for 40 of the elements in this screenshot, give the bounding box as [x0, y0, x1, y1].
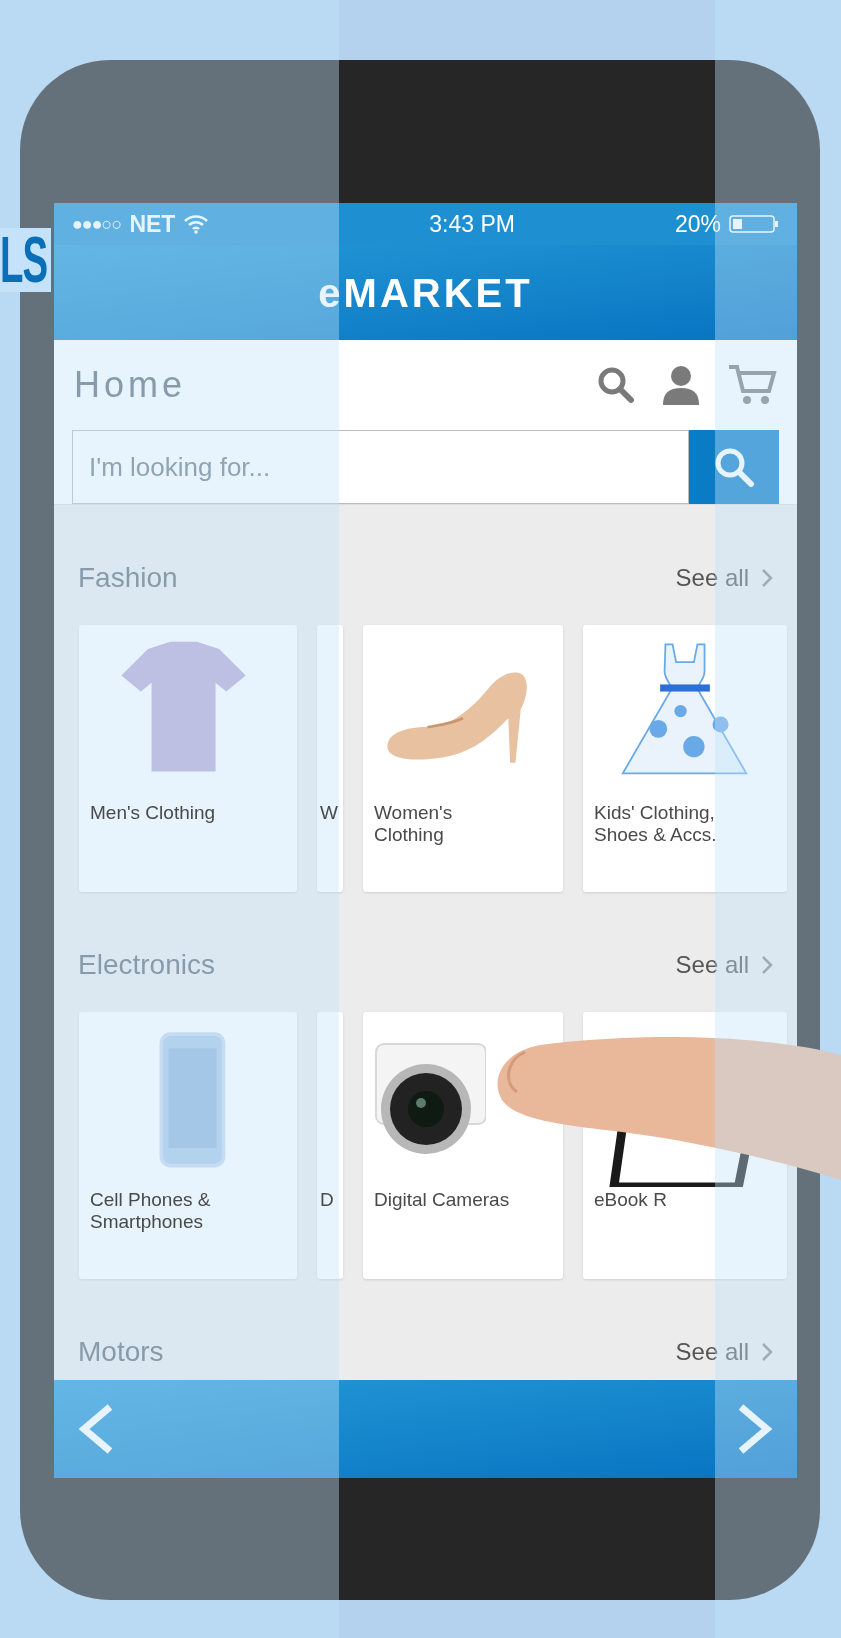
category-card[interactable]: D [317, 1012, 343, 1279]
chevron-left-icon [78, 1403, 114, 1455]
battery-icon [729, 214, 779, 234]
chevron-right-icon [737, 1403, 773, 1455]
card-label: eBook R [593, 1189, 668, 1211]
card-label: D [319, 1189, 335, 1211]
card-label: W [319, 802, 339, 824]
user-icon [663, 365, 699, 405]
chevron-right-icon [761, 955, 773, 975]
category-card[interactable]: Cell Phones & Smartphones [79, 1012, 297, 1279]
status-time: 3:43 PM [429, 209, 515, 239]
see-all-link[interactable]: See all [675, 947, 773, 983]
search-icon [597, 366, 635, 404]
category-card[interactable]: Women's Clothing [363, 625, 563, 892]
search-field[interactable]: I'm looking for... [72, 430, 689, 504]
carrier-name: NET [129, 209, 176, 239]
card-label: Women's Clothing [373, 802, 454, 846]
card-label: Kids' Clothing, Shoes & Accs. [593, 802, 718, 846]
page-title: Home [74, 363, 187, 407]
card-label: Men's Clothing [89, 802, 217, 824]
category-card[interactable]: Digital Cameras [363, 1012, 563, 1279]
app-title: eMARKET [318, 269, 533, 317]
cart-icon [727, 363, 777, 407]
battery-percent: 20% [674, 209, 721, 239]
category-card[interactable]: Kids' Clothing, Shoes & Accs. [583, 625, 787, 892]
chevron-right-icon [761, 568, 773, 588]
category-card[interactable]: Men's Clothing [79, 625, 297, 892]
see-all-link[interactable]: See all [675, 560, 773, 596]
card-label: Digital Cameras [373, 1189, 511, 1211]
wifi-icon [183, 214, 210, 234]
see-all-link[interactable]: See all [675, 1334, 773, 1370]
section-title: Motors [78, 1335, 164, 1369]
section-title: Electronics [78, 948, 215, 982]
search-button[interactable] [689, 430, 779, 504]
signal-dots: ●●●○○ [72, 212, 122, 236]
section-title: Fashion [78, 561, 178, 595]
card-label: Cell Phones & Smartphones [89, 1189, 212, 1233]
category-card[interactable]: W [317, 625, 343, 892]
heading-text: LS [0, 228, 51, 292]
chevron-right-icon [761, 1342, 773, 1362]
